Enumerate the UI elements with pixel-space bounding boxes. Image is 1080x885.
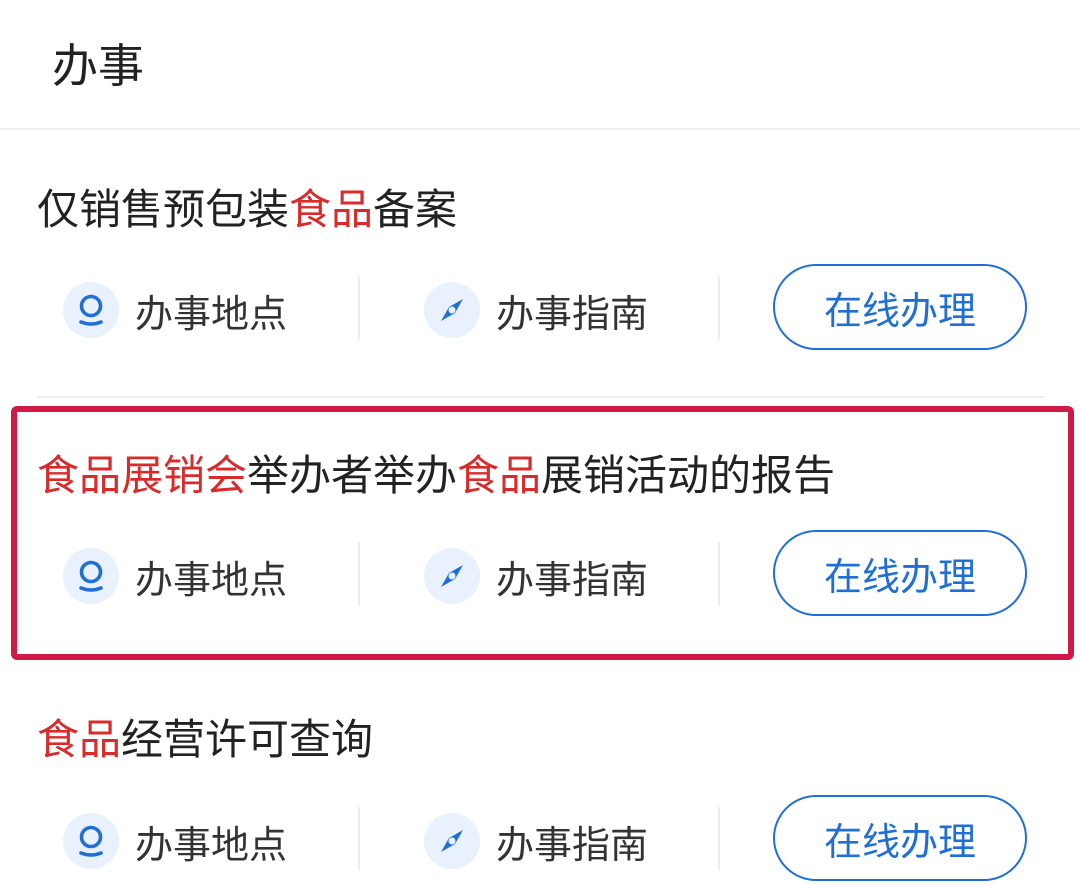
location-action[interactable]: 办事地点	[63, 282, 287, 338]
location-pin-icon	[63, 548, 119, 604]
guide-action[interactable]: 办事指南	[424, 813, 648, 869]
service-actions: 办事地点 办事指南 在线办理	[0, 530, 1080, 620]
service-title-keyword: 食品展销会	[37, 451, 248, 500]
online-handle-button[interactable]: 在线办理	[773, 530, 1027, 616]
location-action[interactable]: 办事地点	[63, 813, 287, 869]
location-pin-icon	[63, 282, 119, 338]
compass-icon	[424, 813, 480, 869]
divider	[358, 807, 360, 871]
page-header: 办事	[0, 0, 1080, 130]
service-title-segment: 经营许可查询	[121, 715, 374, 764]
service-title-keyword: 食品	[457, 451, 542, 500]
compass-icon	[424, 282, 480, 338]
guide-label: 办事指南	[496, 291, 649, 336]
online-handle-button[interactable]: 在线办理	[773, 795, 1027, 881]
location-pin-icon	[63, 813, 119, 869]
service-title-segment: 仅销售预包装	[37, 185, 290, 234]
service-title[interactable]: 食品经营许可查询	[37, 712, 373, 768]
row-divider	[37, 396, 1044, 398]
guide-action[interactable]: 办事指南	[424, 282, 648, 338]
compass-icon	[424, 548, 480, 604]
guide-label: 办事指南	[496, 822, 649, 867]
service-title[interactable]: 仅销售预包装食品备案	[37, 182, 457, 238]
divider	[718, 807, 720, 871]
divider	[718, 542, 720, 606]
service-title-segment: 展销活动的报告	[541, 451, 836, 500]
service-title-keyword: 食品	[289, 185, 374, 234]
service-actions: 办事地点 办事指南 在线办理	[0, 795, 1080, 885]
service-actions: 办事地点 办事指南 在线办理	[0, 264, 1080, 354]
service-title[interactable]: 食品展销会举办者举办食品展销活动的报告	[37, 448, 835, 504]
online-handle-button[interactable]: 在线办理	[773, 264, 1027, 350]
location-label: 办事地点	[135, 291, 288, 336]
guide-action[interactable]: 办事指南	[424, 548, 648, 604]
service-title-segment: 举办者举办	[247, 451, 458, 500]
guide-label: 办事指南	[496, 557, 649, 602]
divider	[358, 276, 360, 340]
service-title-keyword: 食品	[37, 715, 122, 764]
service-title-segment: 备案	[373, 185, 458, 234]
location-label: 办事地点	[135, 822, 288, 867]
page-title: 办事	[52, 39, 144, 93]
location-label: 办事地点	[135, 557, 288, 602]
divider	[358, 542, 360, 606]
divider	[718, 276, 720, 340]
location-action[interactable]: 办事地点	[63, 548, 287, 604]
